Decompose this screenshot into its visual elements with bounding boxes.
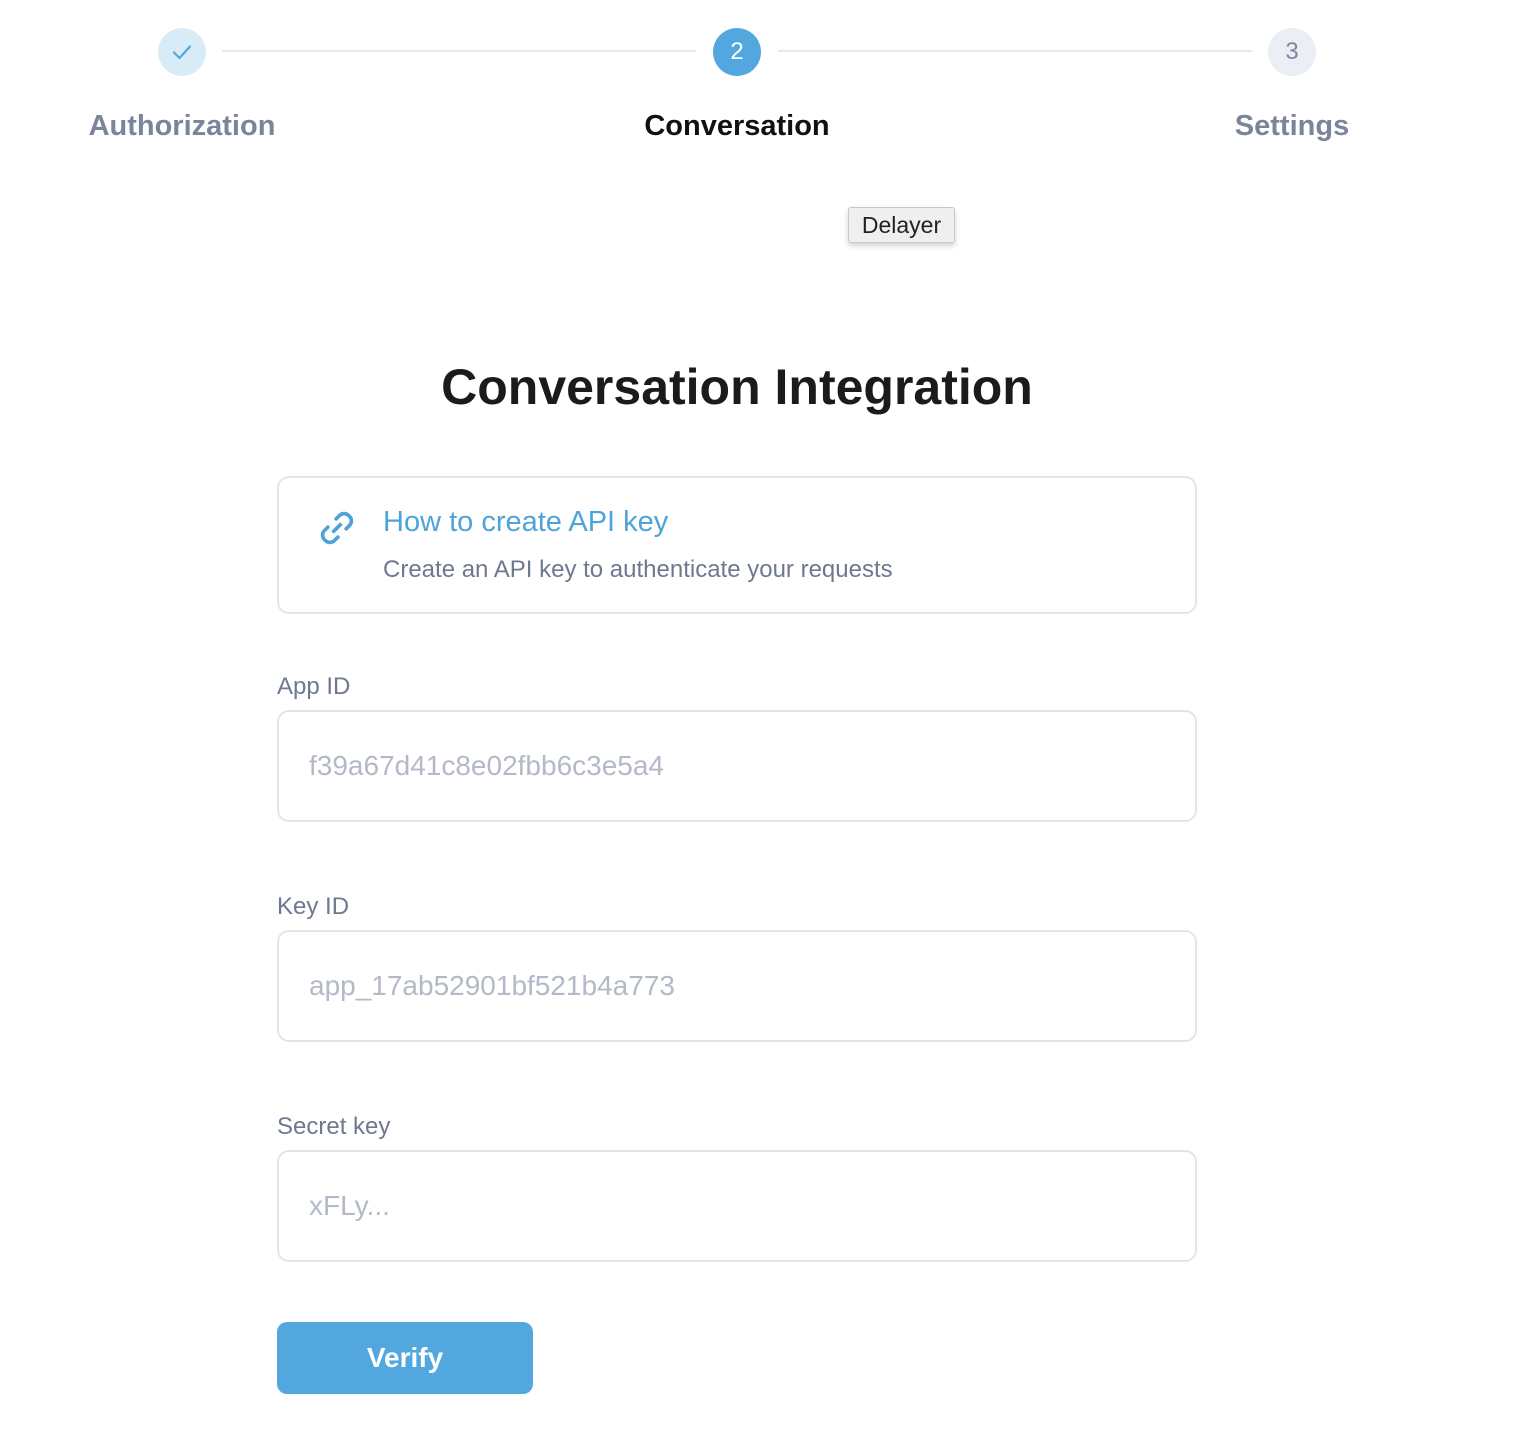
api-key-help-description: Create an API key to authenticate your r… [383,556,893,583]
step-authorization-indicator[interactable] [158,28,206,76]
step-authorization-label[interactable]: Authorization [22,110,342,143]
app-id-label: App ID [277,673,351,700]
step-conversation-label[interactable]: Conversation [577,110,897,143]
api-key-help-card[interactable]: How to create API key Create an API key … [277,476,1197,614]
secret-key-input[interactable] [277,1150,1197,1262]
key-id-input[interactable] [277,930,1197,1042]
step-connector-1 [222,50,696,52]
page-title: Conversation Integration [441,359,1033,415]
delayer-tooltip: Delayer [848,207,955,243]
step-conversation-indicator[interactable]: 2 [713,28,761,76]
verify-button[interactable]: Verify [277,1322,533,1394]
check-icon [172,45,192,60]
step-connector-2 [778,50,1252,52]
secret-key-label: Secret key [277,1113,391,1140]
step-settings-label[interactable]: Settings [1132,110,1452,143]
key-id-label: Key ID [277,893,350,920]
app-id-input[interactable] [277,710,1197,822]
step-settings-indicator[interactable]: 3 [1268,28,1316,76]
api-key-help-link[interactable]: How to create API key [383,506,668,539]
stepper: Authorization 2 Conversation 3 Settings [0,0,1522,170]
link-icon [320,511,354,545]
